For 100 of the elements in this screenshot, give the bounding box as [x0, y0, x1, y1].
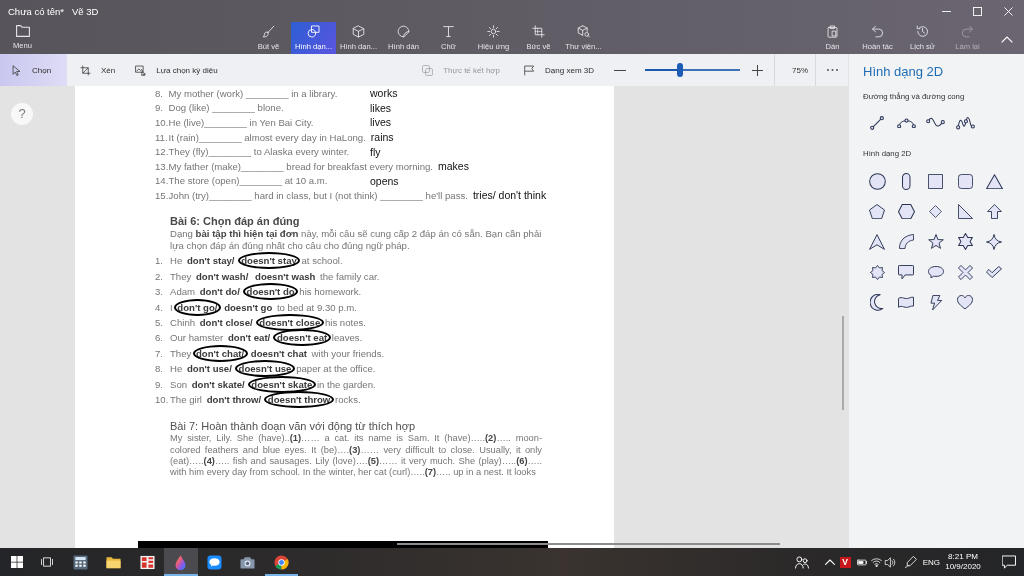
notification-icon[interactable] — [1002, 555, 1016, 569]
exercise-sentence: The store (open)________ at 10 a.m. — [168, 175, 328, 187]
exercise-sentence: It (rain)________ almost every day in HaLong. — [168, 131, 366, 143]
heart-shape-icon[interactable] — [957, 295, 974, 310]
exercise-sentence: Adam don't do/ doesn't do his homework. — [170, 286, 362, 298]
diamond-shape-icon[interactable] — [929, 204, 943, 218]
exercise-sentence: He don't use/ doesn't use paper at the office. — [170, 363, 376, 375]
folder-icon — [106, 554, 122, 570]
exercise-sentence: Our hamster don't eat/ doesn't eat leaves. — [170, 332, 363, 344]
exercise-sentence: The girl don't throw/ doesn't throw rocks. — [170, 393, 361, 405]
shapes-icon — [307, 25, 320, 38]
pentagon-shape-icon[interactable] — [869, 203, 886, 220]
item-number: 14. — [155, 175, 169, 187]
close-icon[interactable] — [1004, 6, 1013, 16]
text-tool-icon — [442, 25, 455, 38]
exercise-sentence: They don't chat/ doesn't chat with your friends. — [170, 347, 385, 359]
exercise-sentence: I don't go/ doesn't go to bed at 9.30 p.m. — [170, 301, 357, 313]
cursor-icon — [11, 64, 22, 76]
burst-icon[interactable] — [869, 264, 885, 280]
item-number: 1. — [155, 255, 163, 267]
scrollbar-thumb[interactable] — [842, 316, 844, 410]
item-number: 4. — [155, 301, 163, 313]
item-number: 8. — [155, 363, 163, 375]
cube-magnifier-icon — [577, 25, 590, 38]
answer-text: works — [370, 87, 398, 100]
oval-speech-bubble-icon[interactable] — [927, 265, 944, 279]
right-triangle-icon[interactable] — [957, 203, 973, 219]
language-indicator[interactable]: ENG — [922, 557, 940, 567]
help-button[interactable]: ? — [11, 103, 33, 125]
exercise-sentence: My mother (work) ________ in a library. — [168, 87, 338, 99]
item-number: 10. — [155, 117, 169, 128]
double-wave-line-icon[interactable] — [955, 116, 975, 130]
circle-shape-icon[interactable] — [868, 172, 886, 190]
grid-app-icon — [139, 554, 155, 570]
start-icon[interactable] — [11, 556, 23, 568]
arrowhead-icon[interactable] — [869, 233, 886, 250]
exercise-sentence: My father (make)________ bread for breakfast every morning. — [168, 160, 433, 172]
toolbar-tool-button[interactable]: Xén — [75, 54, 116, 86]
chat-bubble-app-icon — [206, 554, 222, 570]
speech-bubble-icon[interactable] — [898, 264, 915, 280]
clock-time[interactable]: 8:21 PM — [948, 552, 978, 562]
curved-band-icon[interactable] — [898, 234, 914, 250]
answer-text: tries/ don't think — [472, 189, 547, 202]
instruction-text: Dạng bài tập thì hiện tại đơn này, mỗi câu sẽ cung cấp 2 đáp án có sẵn. Bạn cần phải lựa chọn đáp án đúng nhất cho câu cho đúng ngữ pháp. — [170, 228, 542, 252]
view-3d-button[interactable]: Dạng xem 3D — [524, 54, 594, 86]
zoom-in-icon[interactable] — [752, 64, 763, 76]
four-point-star-icon[interactable] — [986, 233, 1003, 250]
exercise-sentence: Chinh don't close/ doesn't close his notes. — [170, 317, 366, 328]
chevron-up-icon[interactable] — [824, 559, 835, 565]
item-number: 7. — [155, 347, 163, 359]
triangle-shape-icon[interactable] — [985, 173, 1003, 189]
exercise-heading: Bài 6: Chọn đáp án đúng — [170, 215, 301, 229]
item-number: 5. — [155, 317, 163, 328]
zoom-percentage: 75% — [792, 65, 808, 75]
hexagon-shape-icon[interactable] — [897, 203, 915, 220]
square-shape-icon[interactable] — [928, 173, 944, 189]
maximize-icon[interactable] — [973, 6, 982, 16]
scrollbar-thumb[interactable] — [397, 543, 780, 545]
straight-line-icon[interactable] — [870, 116, 885, 130]
minimize-icon[interactable] — [942, 10, 951, 12]
clock-date[interactable]: 10/9/2020 — [945, 562, 981, 572]
lightning-bolt-icon[interactable] — [928, 294, 943, 311]
speaker-icon[interactable] — [883, 556, 896, 568]
folder-icon — [15, 25, 30, 37]
crescent-moon-icon[interactable] — [870, 293, 884, 311]
undo-icon — [871, 25, 884, 38]
toolbar-tool-button[interactable]: Chọn — [0, 54, 67, 86]
up-arrow-icon[interactable] — [986, 203, 1002, 219]
sticker-icon — [397, 25, 410, 38]
exercise-heading: Bài 7: Hoàn thành đoạn văn với động từ thích hợp — [170, 420, 416, 434]
task-view-icon[interactable] — [41, 556, 53, 568]
app-badge[interactable]: V — [839, 556, 851, 568]
exercise-sentence: He don't stay/ doesn't stay at school. — [170, 255, 343, 267]
item-number: 15. — [155, 189, 169, 201]
app-name: Vẽ 3D — [72, 5, 99, 17]
toolbar-tool-button[interactable]: Lựa chọn kỳ diệu — [130, 54, 218, 86]
capsule-shape-icon[interactable] — [902, 172, 911, 190]
pen-icon[interactable] — [904, 556, 917, 568]
cross-shape-icon[interactable] — [957, 264, 973, 280]
camera-icon — [240, 554, 256, 570]
slider-thumb[interactable] — [677, 63, 684, 77]
exercise-sentence: They (fly)________ to Alaska every winter. — [168, 146, 350, 158]
answer-text: makes — [438, 160, 469, 173]
check-shape-icon[interactable] — [986, 266, 1003, 279]
wifi-icon[interactable] — [870, 557, 882, 567]
curve-line-icon[interactable] — [896, 117, 916, 129]
panel-title: Hình dạng 2D — [863, 64, 945, 80]
item-number: 11. — [155, 131, 168, 143]
item-number: 10. — [155, 393, 169, 405]
six-point-star-icon[interactable] — [957, 233, 973, 251]
browser-icon — [273, 554, 289, 570]
five-point-star-icon[interactable] — [927, 234, 944, 250]
rounded-square-icon[interactable] — [957, 173, 973, 189]
answer-text: rains — [370, 131, 394, 144]
wave-line-icon[interactable] — [926, 117, 946, 129]
banner-shape-icon[interactable] — [898, 295, 915, 309]
item-number: 2. — [155, 270, 163, 282]
battery-icon[interactable] — [855, 558, 868, 566]
people-icon[interactable] — [794, 555, 809, 569]
document-title: Chưa có tên* — [8, 5, 64, 17]
